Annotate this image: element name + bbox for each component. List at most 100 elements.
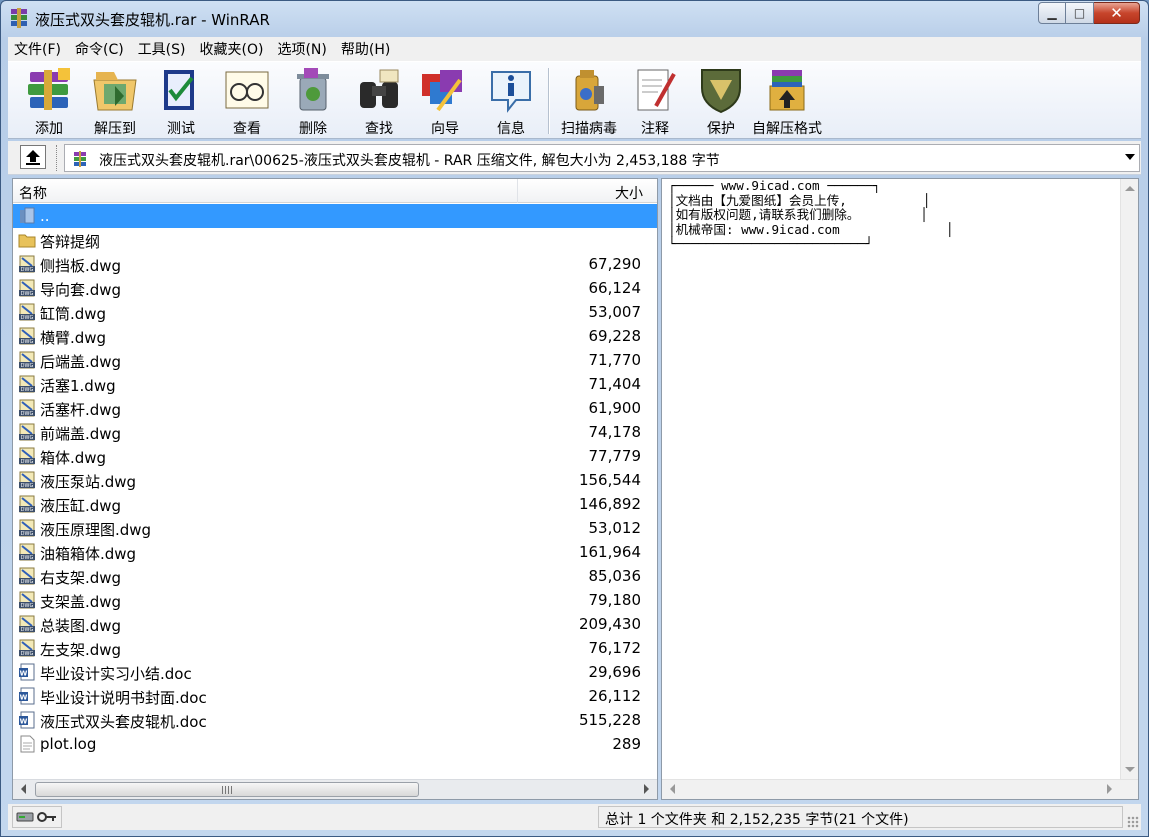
menu-file[interactable]: 文件(F)	[14, 39, 61, 59]
protect-button[interactable]: 保护	[688, 62, 754, 138]
file-row[interactable]: 答辩提纲	[13, 228, 657, 252]
extract-to-button[interactable]: 解压到	[82, 62, 148, 138]
file-name: 毕业设计实习小结.doc	[40, 665, 192, 683]
file-row[interactable]: DWG 支架盖.dwg 79,180	[13, 588, 657, 612]
scroll-right-icon[interactable]	[644, 784, 649, 794]
file-row[interactable]: DWG 横臂.dwg 69,228	[13, 324, 657, 348]
delete-button[interactable]: 删除	[280, 62, 346, 138]
svg-text:DWG: DWG	[21, 627, 34, 633]
address-grip	[56, 145, 60, 171]
comment-horizontal-scrollbar[interactable]	[662, 779, 1138, 799]
file-size: 289	[612, 735, 641, 753]
title-bar[interactable]: 液压式双头套皮辊机.rar - WinRAR ▁ □ ✕	[1, 1, 1148, 35]
address-field[interactable]: 液压式双头套皮辊机.rar\00625-液压式双头套皮辊机 - RAR 压缩文件…	[64, 144, 1140, 172]
file-list: 名称 大小 .. 答辩提纲 DWG 侧挡板.dwg 67,290 DWG 导向套.dwg 66…	[12, 178, 658, 800]
menu-tools[interactable]: 工具(S)	[138, 39, 186, 59]
svg-text:DWG: DWG	[21, 459, 34, 465]
text-file-icon	[18, 735, 36, 753]
svg-text:DWG: DWG	[21, 387, 34, 393]
file-row[interactable]: W 液压式双头套皮辊机.doc 515,228	[13, 708, 657, 732]
drive-icon[interactable]	[16, 811, 34, 823]
minimize-button[interactable]: ▁	[1038, 2, 1066, 24]
file-name: 导向套.dwg	[40, 281, 122, 299]
test-button[interactable]: 测试	[148, 62, 214, 138]
sfx-icon	[769, 70, 805, 111]
scroll-down-icon[interactable]	[1125, 767, 1135, 772]
file-row[interactable]: DWG 箱体.dwg 77,779	[13, 444, 657, 468]
dwg-file-icon: DWG	[18, 423, 36, 441]
comment-button[interactable]: 注释	[622, 62, 688, 138]
file-name: 支架盖.dwg	[40, 593, 122, 611]
file-list-horizontal-scrollbar[interactable]	[13, 779, 657, 799]
sfx-button[interactable]: 自解压格式	[752, 62, 822, 138]
file-row[interactable]: DWG 液压泵站.dwg 156,544	[13, 468, 657, 492]
dwg-file-icon: DWG	[18, 279, 36, 297]
file-row[interactable]: DWG 右支架.dwg 85,036	[13, 564, 657, 588]
protect-label: 保护	[707, 121, 735, 137]
test-icon	[164, 70, 194, 110]
find-button[interactable]: 查找	[346, 62, 412, 138]
svg-text:W: W	[20, 718, 28, 726]
scroll-right-icon[interactable]	[1107, 784, 1112, 794]
scroll-thumb[interactable]	[35, 782, 419, 797]
file-row[interactable]: DWG 活塞杆.dwg 61,900	[13, 396, 657, 420]
winrar-window: 液压式双头套皮辊机.rar - WinRAR ▁ □ ✕ 文件(F) 命令(C)…	[0, 0, 1149, 837]
wizard-button[interactable]: 向导	[412, 62, 478, 138]
comment-panel: ┌───── www.9icad.com ──────┐ │文档由【九爱图纸】会…	[661, 178, 1139, 800]
file-name: ..	[39, 207, 51, 225]
menu-options[interactable]: 选项(N)	[277, 39, 326, 59]
scroll-left-icon[interactable]	[21, 784, 26, 794]
column-size-header[interactable]: 大小	[615, 183, 643, 203]
file-size: 515,228	[578, 711, 641, 729]
file-size: 77,779	[588, 447, 642, 465]
file-row[interactable]: DWG 前端盖.dwg 74,178	[13, 420, 657, 444]
file-row[interactable]: DWG 液压原理图.dwg 53,012	[13, 516, 657, 540]
file-row[interactable]: DWG 油箱箱体.dwg 161,964	[13, 540, 657, 564]
scroll-grip-icon	[222, 786, 234, 794]
comment-vertical-scrollbar[interactable]	[1120, 179, 1138, 779]
file-row[interactable]: plot.log 289	[13, 732, 657, 756]
file-row[interactable]: W 毕业设计说明书封面.doc 26,112	[13, 684, 657, 708]
file-name: plot.log	[40, 735, 97, 753]
dwg-file-icon: DWG	[18, 471, 36, 489]
menu-commands[interactable]: 命令(C)	[75, 39, 124, 59]
file-row[interactable]: DWG 后端盖.dwg 71,770	[13, 348, 657, 372]
file-row[interactable]: DWG 液压缸.dwg 146,892	[13, 492, 657, 516]
info-button[interactable]: 信息	[478, 62, 544, 138]
file-row[interactable]: DWG 缸筒.dwg 53,007	[13, 300, 657, 324]
file-row[interactable]: ..	[13, 204, 657, 228]
parent-folder-icon	[18, 207, 36, 225]
file-row[interactable]: DWG 导向套.dwg 66,124	[13, 276, 657, 300]
winrar-app-icon	[11, 8, 27, 28]
scroll-left-icon[interactable]	[670, 784, 675, 794]
file-row[interactable]: DWG 活塞1.dwg 71,404	[13, 372, 657, 396]
svg-text:DWG: DWG	[21, 603, 34, 609]
svg-text:DWG: DWG	[21, 555, 34, 561]
comment-icon	[637, 69, 676, 111]
file-name: 后端盖.dwg	[40, 353, 122, 371]
file-row[interactable]: W 毕业设计实习小结.doc 29,696	[13, 660, 657, 684]
menu-favorites[interactable]: 收藏夹(O)	[200, 39, 264, 59]
file-row[interactable]: DWG 总装图.dwg 209,430	[13, 612, 657, 636]
menu-help[interactable]: 帮助(H)	[341, 39, 390, 59]
add-button[interactable]: 添加	[16, 62, 82, 138]
view-button[interactable]: 查看	[214, 62, 280, 138]
file-name: 缸筒.dwg	[40, 305, 107, 323]
column-name-header[interactable]: 名称	[19, 183, 47, 203]
close-button[interactable]: ✕	[1094, 2, 1140, 24]
address-dropdown-icon[interactable]	[1125, 154, 1135, 160]
file-row[interactable]: DWG 左支架.dwg 76,172	[13, 636, 657, 660]
file-name: 侧挡板.dwg	[40, 257, 122, 275]
status-bar: 总计 1 个文件夹 和 2,152,235 字节(21 个文件)	[8, 804, 1141, 830]
scroll-up-icon[interactable]	[1125, 186, 1135, 191]
maximize-button[interactable]: □	[1066, 2, 1094, 24]
up-folder-button[interactable]	[20, 145, 46, 169]
column-divider[interactable]	[517, 179, 518, 203]
svg-text:DWG: DWG	[21, 315, 34, 321]
up-arrow-icon	[26, 150, 40, 165]
resize-grip-icon[interactable]	[1127, 816, 1139, 828]
virus-scan-button[interactable]: 扫描病毒	[556, 62, 622, 138]
key-icon[interactable]	[37, 811, 57, 823]
wizard-label: 向导	[431, 121, 459, 137]
file-row[interactable]: DWG 侧挡板.dwg 67,290	[13, 252, 657, 276]
